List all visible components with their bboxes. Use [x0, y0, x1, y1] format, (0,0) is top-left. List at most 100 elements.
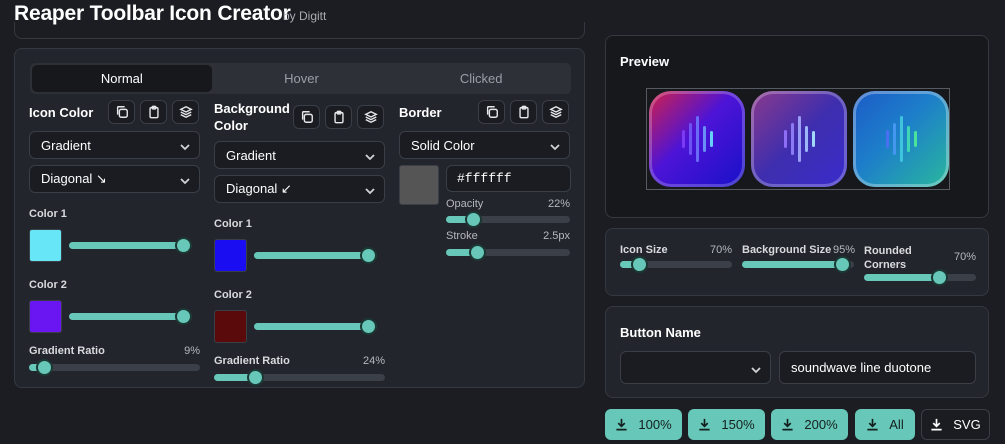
icon-color1-slider[interactable] [69, 237, 192, 254]
border-color-swatch[interactable] [399, 165, 439, 205]
download-150-button[interactable]: 150% [688, 409, 765, 440]
chevron-down-icon [365, 184, 375, 195]
icon-direction-select[interactable]: Diagonal ↘ [29, 165, 200, 193]
app-byline: by Digitt [283, 9, 327, 23]
background-color1-swatch[interactable] [214, 239, 247, 272]
download-200-button[interactable]: 200% [771, 409, 848, 440]
background-direction-select[interactable]: Diagonal ↙ [214, 175, 385, 203]
border-mode-select[interactable]: Solid Color [399, 131, 570, 159]
border-paste-button[interactable] [510, 100, 537, 124]
tab-normal[interactable]: Normal [32, 65, 212, 92]
background-color2-swatch[interactable] [214, 310, 247, 343]
icon-color-label: Icon Color [29, 105, 94, 120]
border-stroke-value: 2.5px [543, 230, 570, 242]
slider-handle[interactable] [360, 318, 377, 335]
button-name-select[interactable] [620, 351, 771, 384]
layers-icon [548, 105, 563, 119]
chevron-down-icon [180, 174, 190, 185]
background-gradient-ratio-value: 24% [362, 355, 385, 367]
border-label: Border [399, 105, 442, 120]
download-icon [931, 418, 942, 431]
rounded-corners-value: 70% [953, 251, 976, 263]
slider-handle[interactable] [246, 369, 264, 386]
background-copy-button[interactable] [293, 105, 320, 129]
download-svg-button[interactable]: SVG [921, 409, 990, 440]
icon-fill-mode-select[interactable]: Gradient [29, 131, 200, 159]
copy-icon [301, 111, 313, 123]
icon-gradient-ratio-label: Gradient Ratio [29, 345, 105, 357]
download-icon [699, 418, 710, 431]
border-mode-value: Solid Color [411, 137, 475, 153]
icon-fill-mode-value: Gradient [41, 137, 91, 153]
preview-hover-icon [751, 91, 847, 187]
clipboard-icon [518, 105, 529, 119]
border-layers-button[interactable] [542, 100, 569, 124]
preview-normal-icon [649, 91, 745, 187]
background-size-value: 95% [832, 244, 855, 256]
border-opacity-label: Opacity [446, 198, 484, 210]
download-150-label: 150% [721, 417, 755, 432]
slider-handle[interactable] [35, 359, 53, 376]
download-200-label: 200% [804, 417, 838, 432]
download-icon [616, 418, 627, 431]
border-copy-button[interactable] [478, 100, 505, 124]
rounded-corners-slider[interactable] [864, 269, 976, 286]
border-stroke-label: Stroke [446, 230, 478, 242]
background-color1-slider[interactable] [254, 247, 377, 264]
background-color-label: Background Color [214, 101, 290, 133]
background-paste-button[interactable] [325, 105, 352, 129]
slider-handle[interactable] [468, 244, 486, 261]
preview-label: Preview [620, 54, 670, 69]
background-color2-slider[interactable] [254, 318, 377, 335]
slider-handle[interactable] [175, 308, 192, 325]
button-name-input[interactable]: soundwave line duotone [779, 351, 976, 384]
layers-icon [363, 110, 378, 124]
icon-color2-swatch[interactable] [29, 300, 62, 333]
button-name-label: Button Name [620, 325, 701, 340]
icon-color2-label: Color 2 [29, 279, 67, 291]
icon-color1-label: Color 1 [29, 208, 67, 220]
icon-color-paste-button[interactable] [140, 100, 167, 124]
slider-handle[interactable] [630, 256, 648, 273]
icon-gradient-ratio-slider[interactable] [29, 359, 200, 376]
background-size-slider[interactable] [742, 256, 854, 273]
download-icon [867, 418, 878, 431]
slider-handle[interactable] [930, 269, 948, 286]
tab-hover[interactable]: Hover [212, 63, 392, 94]
rounded-corners-label: Rounded Corners [864, 245, 912, 271]
download-100-button[interactable]: 100% [605, 409, 682, 440]
chevron-down-icon [751, 363, 761, 374]
background-gradient-ratio-label: Gradient Ratio [214, 355, 290, 367]
border-opacity-slider[interactable] [446, 211, 570, 228]
chevron-down-icon [180, 140, 190, 151]
download-all-button[interactable]: All [855, 409, 915, 440]
background-fill-mode-select[interactable]: Gradient [214, 141, 385, 169]
background-color2-label: Color 2 [214, 289, 252, 301]
tab-clicked[interactable]: Clicked [391, 63, 571, 94]
background-layers-button[interactable] [357, 105, 384, 129]
icon-color-copy-button[interactable] [108, 100, 135, 124]
border-hex-input[interactable]: #ffffff [446, 165, 571, 192]
slider-handle[interactable] [175, 237, 192, 254]
icon-color-layers-button[interactable] [172, 100, 199, 124]
background-color1-label: Color 1 [214, 218, 252, 230]
preview-clicked-icon [853, 91, 949, 187]
clipboard-icon [148, 105, 159, 119]
clipboard-icon [333, 110, 344, 124]
layers-icon [178, 105, 193, 119]
border-stroke-slider[interactable] [446, 244, 570, 261]
icon-color1-swatch[interactable] [29, 229, 62, 262]
slider-handle[interactable] [464, 211, 482, 228]
icon-color2-slider[interactable] [69, 308, 192, 325]
state-tabs: Normal Hover Clicked [30, 63, 571, 94]
background-gradient-ratio-slider[interactable] [214, 369, 385, 386]
copy-icon [116, 106, 128, 118]
download-all-label: All [889, 417, 904, 432]
chevron-down-icon [365, 150, 375, 161]
icon-size-slider[interactable] [620, 256, 732, 273]
chevron-down-icon [550, 140, 560, 151]
border-opacity-value: 22% [547, 198, 570, 210]
top-collapsed-panel [14, 22, 585, 39]
download-100-label: 100% [638, 417, 672, 432]
slider-handle[interactable] [360, 247, 377, 264]
